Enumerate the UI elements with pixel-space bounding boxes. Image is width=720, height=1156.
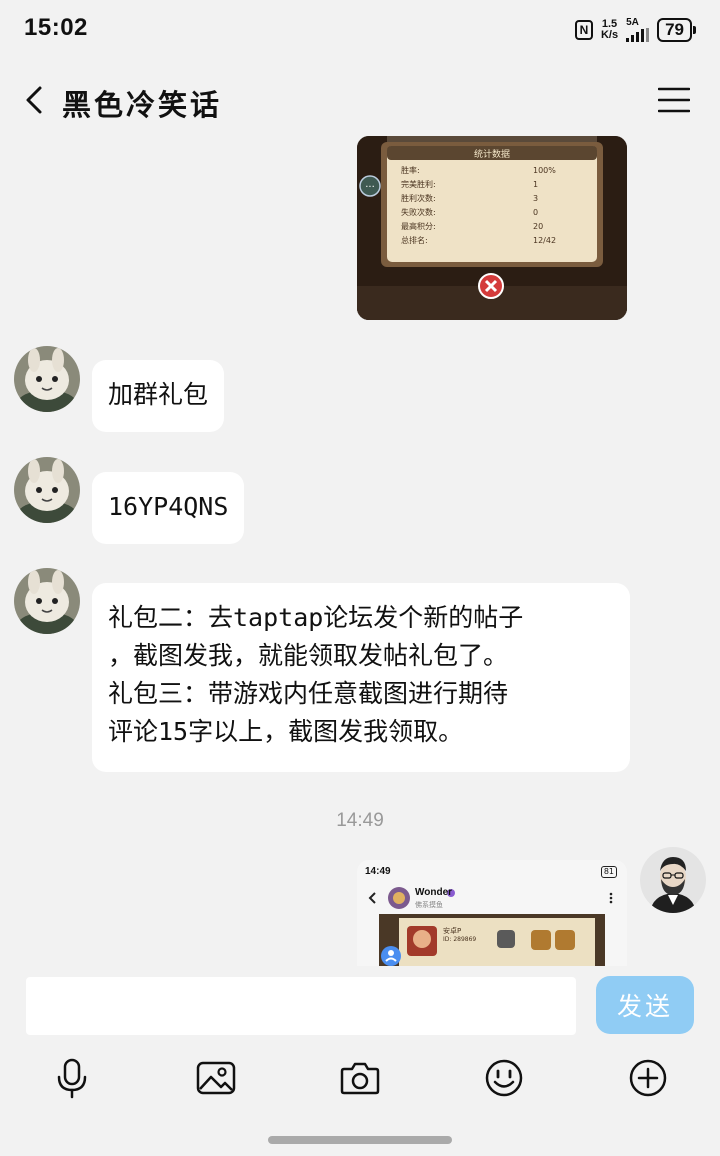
stats-row: 完美胜利: 1: [401, 178, 581, 192]
bearded-man-avatar-icon: [640, 847, 706, 913]
status-indicators: N 1.5 K/s 5A 79: [574, 17, 696, 42]
voice-button[interactable]: [50, 1056, 94, 1100]
stats-row: 总排名: 12/42: [401, 234, 581, 248]
rabbit-avatar-icon: [14, 568, 80, 634]
my-avatar[interactable]: [640, 847, 706, 913]
text-message[interactable]: 16YP4QNS: [92, 472, 245, 544]
stats-value: 1: [533, 180, 539, 189]
rabbit-avatar-icon: [14, 457, 80, 523]
stats-label: 完美胜利:: [401, 180, 436, 189]
plus-circle-icon: [629, 1059, 667, 1097]
stats-label: 失败次数:: [401, 208, 436, 217]
stats-label: 最高积分:: [401, 222, 436, 231]
stats-label: 总排名:: [401, 236, 428, 245]
svg-text:···: ···: [365, 182, 375, 193]
signal-label: 5A: [626, 17, 639, 28]
network-speed: 1.5 K/s: [601, 19, 618, 41]
stats-table: 胜率: 100% 完美胜利: 1 胜利次数: 3 失败次数: 0 最高积分: 20 总排名…: [401, 164, 581, 248]
profile-screenshot: [368, 887, 613, 966]
stats-row: 胜率: 100%: [401, 164, 581, 178]
chat-title: 黑色冷笑话: [62, 88, 223, 122]
stats-value: 20: [533, 222, 544, 231]
message-line: 礼包三：带游戏内任意截图进行期待: [108, 679, 509, 708]
status-time: 15:02: [24, 14, 88, 41]
more-button[interactable]: [626, 1056, 670, 1100]
menu-button[interactable]: [657, 86, 691, 114]
sender-avatar[interactable]: [14, 346, 80, 412]
message-line: 评论15字以上，截图发我领取。: [108, 717, 464, 746]
stats-row: 胜利次数: 3: [401, 192, 581, 206]
back-button[interactable]: [18, 82, 54, 118]
message-line: 礼包二：去taptap论坛发个新的帖子: [108, 603, 524, 632]
chevron-left-icon: [26, 86, 42, 114]
battery-level: 79: [657, 18, 692, 42]
chat-header: 黑色冷笑话: [0, 64, 720, 136]
message-input[interactable]: [26, 977, 576, 1035]
message-list[interactable]: ··· 统计数据 胜率: 100% 完美胜利: 1 胜利次数: 3 失败次数: 0 最高…: [0, 136, 720, 966]
signal-bars-icon: [626, 28, 650, 42]
screenshot-card-id: ID: 289869: [443, 936, 477, 943]
emoji-icon: [485, 1059, 523, 1097]
screenshot-profile-name: Wonder: [415, 887, 453, 898]
battery-icon: 79: [657, 18, 696, 42]
stats-row: 失败次数: 0: [401, 206, 581, 220]
text-message-multiline[interactable]: 礼包二：去taptap论坛发个新的帖子 ，截图发我，就能领取发帖礼包了。 礼包三…: [92, 583, 630, 772]
stats-value: 100%: [533, 166, 556, 175]
screenshot-card-name: 安卓P: [443, 927, 462, 935]
sent-image-message[interactable]: 14:49 81 Wonder 佛系摸鱼 安卓P ID: 289869: [357, 860, 627, 966]
stats-panel-title: 统计数据: [473, 150, 510, 160]
image-icon: [196, 1061, 236, 1095]
network-speed-unit: K/s: [600, 29, 619, 41]
stats-value: 0: [533, 208, 539, 217]
rabbit-avatar-icon: [14, 346, 80, 412]
microphone-icon: [57, 1058, 87, 1099]
chat-screen: 15:02 N 1.5 K/s 5A 79 黑色冷笑话 ··· 统计数据 胜率:…: [0, 0, 720, 1156]
message-line: ，截图发我，就能领取发帖礼包了。: [108, 641, 509, 670]
gallery-button[interactable]: [194, 1056, 238, 1100]
input-bar: 发送: [0, 966, 720, 1156]
text-message[interactable]: 加群礼包: [92, 360, 225, 432]
sender-avatar[interactable]: [14, 568, 80, 634]
stats-value: 12/42: [533, 236, 557, 245]
emoji-button[interactable]: [482, 1056, 526, 1100]
stats-label: 胜率:: [401, 166, 420, 175]
stats-value: 3: [533, 194, 539, 203]
stats-row: 最高积分: 20: [401, 220, 581, 234]
screenshot-profile-sub: 佛系摸鱼: [415, 901, 443, 909]
hamburger-menu-icon: [657, 87, 691, 113]
camera-icon: [340, 1062, 380, 1095]
signal-indicator: 5A: [626, 17, 650, 42]
status-bar: 15:02 N 1.5 K/s 5A 79: [0, 0, 720, 64]
stats-label: 胜利次数:: [401, 194, 436, 203]
camera-button[interactable]: [338, 1056, 382, 1100]
send-button[interactable]: 发送: [596, 976, 694, 1034]
time-divider: 14:49: [336, 810, 384, 831]
sender-avatar[interactable]: [14, 457, 80, 523]
received-image-message[interactable]: ··· 统计数据 胜率: 100% 完美胜利: 1 胜利次数: 3 失败次数: 0 最高…: [357, 136, 627, 320]
home-indicator[interactable]: [268, 1136, 452, 1144]
nfc-icon: N: [574, 20, 593, 40]
